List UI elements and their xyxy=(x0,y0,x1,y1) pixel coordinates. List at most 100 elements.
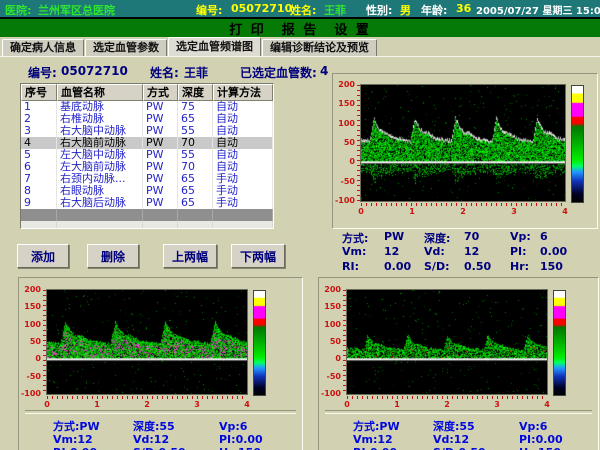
y-axis-ticks xyxy=(343,290,346,394)
stat-pair: S/D:0.50 xyxy=(433,441,519,450)
x-tick-label: 3 xyxy=(508,207,520,216)
stat-pair: PI:0.00 xyxy=(519,428,583,441)
title-bar: 医院: 兰州军区总医院 编号: 05072710 姓名: 王菲 性别: 男 年龄… xyxy=(0,0,600,17)
cell-method: 自动 xyxy=(213,101,273,113)
velocity-colorbar xyxy=(571,85,584,203)
x-axis-ticks xyxy=(361,203,565,206)
empty-cell xyxy=(213,221,273,228)
tab-2[interactable]: 选定血管参数 xyxy=(85,39,167,56)
cell-depth: 65 xyxy=(178,173,213,185)
stat-label: Vm: xyxy=(342,245,384,260)
stat-value: 0.00 xyxy=(370,446,397,450)
menu-item-3[interactable]: 设 置 xyxy=(334,19,371,38)
stat-pair: Vp:6 xyxy=(219,415,283,428)
y-tick-label: 100 xyxy=(333,120,355,128)
cell-mode: PW xyxy=(143,185,178,197)
next-two-button[interactable]: 下两幅 xyxy=(231,244,285,268)
table-row[interactable]: 5左大脑中动脉PW55自动 xyxy=(21,149,273,161)
x-tick-label: 1 xyxy=(406,207,418,216)
add-button[interactable]: 添加 xyxy=(17,244,69,268)
y-tick-label: 150 xyxy=(319,303,341,311)
stat-label: RI: xyxy=(342,260,384,275)
tab-1[interactable]: 确定病人信息 xyxy=(2,39,84,56)
y-tick-label: -100 xyxy=(333,197,355,205)
cell-method: 手动 xyxy=(213,197,273,209)
prev-two-button[interactable]: 上两幅 xyxy=(163,244,217,268)
stat-pair: RI:0.00 xyxy=(353,441,433,450)
cell-name: 右颈内动脉... xyxy=(57,173,143,185)
x-tick-label: 0 xyxy=(355,207,367,216)
cell-name: 右椎动脉 xyxy=(57,113,143,125)
table-row[interactable]: 6左大脑前动脉PW70自动 xyxy=(21,161,273,173)
cell-depth: 75 xyxy=(178,101,213,113)
y-tick-label: 200 xyxy=(333,81,355,89)
stat-value: 0.50 xyxy=(158,446,185,450)
y-tick-label: 100 xyxy=(19,321,41,329)
x-tick-label: 4 xyxy=(559,207,571,216)
delete-button[interactable]: 删除 xyxy=(87,244,139,268)
stat-value: 12 xyxy=(384,245,424,260)
empty-row xyxy=(21,221,273,228)
table-row[interactable]: 9右大脑后动脉PW65手动 xyxy=(21,197,273,209)
column-header: 计算方法 xyxy=(213,84,273,101)
menu-bar: 打 印报 告设 置 xyxy=(0,19,600,37)
x-tick-label: 4 xyxy=(241,400,253,409)
gender-label: 性别: xyxy=(366,2,392,18)
y-tick-label: -100 xyxy=(19,390,41,398)
table-row[interactable]: 4右大脑前动脉PW70自动 xyxy=(21,137,273,149)
table-row[interactable]: 1基底动脉PW75自动 xyxy=(21,101,273,113)
stat-pair: Vp:6 xyxy=(519,415,583,428)
spectrum-panel-bottom-left: 方式:PW深度:55Vp:6Vm:12Vd:12PI:0.00RI:0.00S/… xyxy=(18,277,303,450)
y-tick-label: 0 xyxy=(19,355,41,363)
cell-method: 手动 xyxy=(213,185,273,197)
empty-cell xyxy=(143,221,178,228)
cell-no: 2 xyxy=(21,113,57,125)
y-tick-label: 150 xyxy=(19,303,41,311)
table-row[interactable]: 8右眼动脉PW65手动 xyxy=(21,185,273,197)
menu-item-1[interactable]: 打 印 xyxy=(229,19,266,38)
menu-item-2[interactable]: 报 告 xyxy=(282,19,319,38)
tab-3[interactable]: 选定血管频谱图 xyxy=(168,37,261,56)
cell-depth: 55 xyxy=(178,149,213,161)
x-tick-label: 2 xyxy=(141,400,153,409)
stat-label: S/D: xyxy=(424,260,464,275)
empty-cell xyxy=(178,221,213,228)
table-row[interactable]: 3右大脑中动脉PW55自动 xyxy=(21,125,273,137)
vessel-table[interactable]: 序号血管名称方式深度计算方法1基底动脉PW75自动2右椎动脉PW65自动3右大脑… xyxy=(20,83,274,229)
x-tick-label: 3 xyxy=(191,400,203,409)
info-id-label: 编号: xyxy=(28,64,57,81)
patient-name-value: 王菲 xyxy=(324,2,346,18)
cell-no: 7 xyxy=(21,173,57,185)
stat-pair: Vd:12 xyxy=(133,428,219,441)
cell-name: 基底动脉 xyxy=(57,101,143,113)
empty-cell xyxy=(143,209,178,221)
table-row[interactable]: 2右椎动脉PW65自动 xyxy=(21,113,273,125)
tab-4[interactable]: 编辑诊断结论及预览 xyxy=(262,39,377,56)
empty-cell xyxy=(178,209,213,221)
cell-method: 手动 xyxy=(213,173,273,185)
cell-mode: PW xyxy=(143,113,178,125)
cell-method: 自动 xyxy=(213,125,273,137)
y-tick-label: -50 xyxy=(333,178,355,186)
cell-mode: PW xyxy=(143,173,178,185)
cell-name: 右大脑前动脉 xyxy=(57,137,143,149)
tab-bar: 确定病人信息选定血管参数选定血管频谱图编辑诊断结论及预览 xyxy=(2,37,600,56)
cell-mode: PW xyxy=(143,125,178,137)
stat-value: 12 xyxy=(464,245,510,260)
y-tick-label: -50 xyxy=(319,373,341,381)
stat-label: PI: xyxy=(510,245,540,260)
cell-no: 9 xyxy=(21,197,57,209)
cell-no: 4 xyxy=(21,137,57,149)
cell-name: 左大脑前动脉 xyxy=(57,161,143,173)
y-tick-label: 50 xyxy=(19,338,41,346)
cell-no: 1 xyxy=(21,101,57,113)
stat-pair: Hr:150 xyxy=(519,441,583,450)
cell-depth: 70 xyxy=(178,161,213,173)
empty-cell xyxy=(21,209,57,221)
stat-label: Vd: xyxy=(424,245,464,260)
info-count-label: 已选定血管数: xyxy=(240,64,317,81)
stat-label: RI: xyxy=(53,446,70,450)
x-tick-label: 1 xyxy=(91,400,103,409)
table-row[interactable]: 7右颈内动脉...PW65手动 xyxy=(21,173,273,185)
cell-depth: 55 xyxy=(178,125,213,137)
